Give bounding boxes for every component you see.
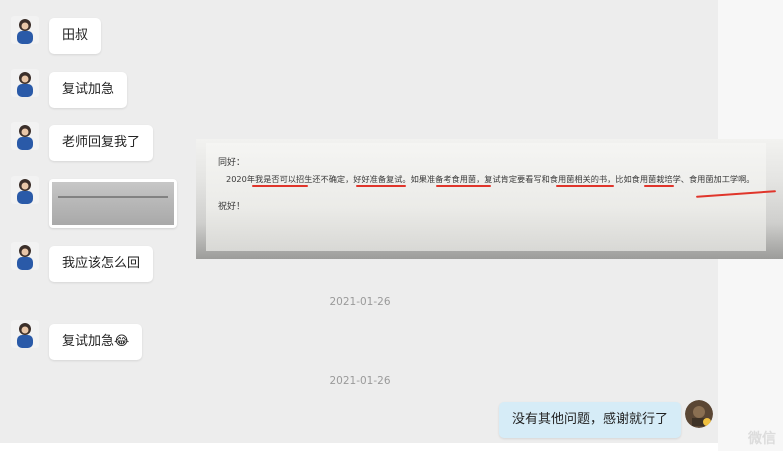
own-avatar[interactable] [685, 400, 713, 428]
photographed-screen [206, 143, 766, 251]
message-bubble[interactable]: 复试加急 [49, 72, 128, 108]
message-bubble[interactable]: 复试加急😂 [49, 324, 143, 360]
expanded-photo[interactable]: 同好： 2020年我是否可以招生还不确定，好好准备复试。如果准备考食用菌，复试肯… [196, 139, 783, 259]
wechat-watermark: 微信 [748, 431, 776, 447]
message-timestamp: 2021-01-26 [329, 375, 391, 387]
message-bubble[interactable]: 我应该怎么回 [49, 246, 154, 282]
message-bubble[interactable]: 老师回复我了 [49, 125, 154, 161]
contact-avatar[interactable] [11, 69, 39, 97]
red-underline [436, 185, 491, 187]
contact-avatar[interactable] [11, 176, 39, 204]
own-message-bubble[interactable]: 没有其他问题，感谢就行了 [499, 402, 682, 438]
photo-body-text: 2020年我是否可以招生还不确定，好好准备复试。如果准备考食用菌，复试肯定要看写… [226, 174, 755, 184]
red-underline [556, 185, 614, 187]
red-underline [356, 185, 406, 187]
photo-greeting: 同好： [218, 158, 246, 168]
image-message-thumbnail[interactable] [49, 179, 177, 228]
contact-avatar[interactable] [11, 242, 39, 270]
message-bubble[interactable]: 田叔 [49, 18, 102, 54]
contact-avatar[interactable] [11, 122, 39, 150]
red-underline [252, 185, 308, 187]
contact-avatar[interactable] [11, 320, 39, 348]
contact-avatar[interactable] [11, 16, 39, 44]
thumbnail-image [52, 182, 174, 225]
message-timestamp: 2021-01-26 [329, 296, 391, 308]
red-underline [644, 185, 674, 187]
photo-closing: 祝好！ [218, 202, 246, 212]
